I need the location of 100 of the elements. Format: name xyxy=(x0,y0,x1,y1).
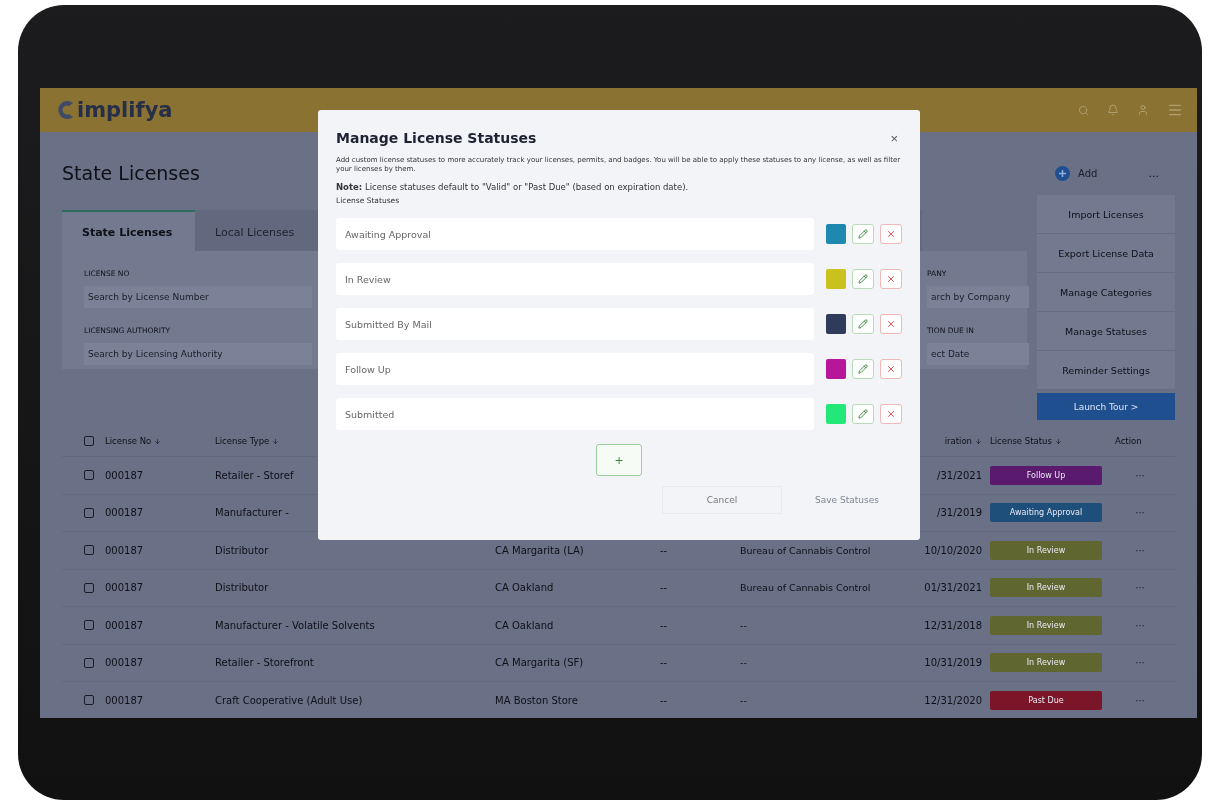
delete-button[interactable] xyxy=(880,314,902,334)
checkbox[interactable] xyxy=(84,620,94,631)
checkbox[interactable] xyxy=(84,507,94,518)
sort-arrow-icon xyxy=(154,437,162,445)
status-badge: Awaiting Approval xyxy=(990,503,1102,523)
logo: implifya xyxy=(77,98,173,122)
close-button[interactable]: × xyxy=(886,130,902,146)
checkbox[interactable] xyxy=(84,657,94,668)
x-icon xyxy=(886,274,896,284)
page-title: State Licenses xyxy=(62,162,200,184)
delete-button[interactable] xyxy=(880,224,902,244)
tab[interactable]: State Licenses xyxy=(62,210,195,251)
pencil-icon xyxy=(858,409,868,419)
filter-field[interactable]: Search by Licensing Authority xyxy=(84,343,312,365)
status-badge: In Review xyxy=(990,540,1102,560)
edit-button[interactable] xyxy=(852,269,874,289)
color-swatch[interactable] xyxy=(826,404,846,424)
column-header[interactable]: iration xyxy=(900,436,990,446)
menu-item[interactable]: Reminder Settings xyxy=(1037,351,1175,390)
more-button[interactable]: ... xyxy=(1140,163,1167,184)
filter-field[interactable]: arch by Company xyxy=(927,286,1029,308)
row-actions-button[interactable]: ··· xyxy=(1115,656,1165,670)
row-actions-button[interactable]: ··· xyxy=(1115,618,1165,632)
status-name-field[interactable]: Submitted xyxy=(336,398,814,430)
table-cell-text: 10/10/2020 xyxy=(923,544,983,556)
filter-field[interactable]: ect Date xyxy=(927,343,1029,365)
edit-button[interactable] xyxy=(852,359,874,379)
modal-title: Manage License Statuses xyxy=(336,130,537,146)
edit-button[interactable] xyxy=(852,404,874,424)
table-cell-text: 000187 xyxy=(105,544,145,556)
table-cell-text: 01/31/2021 xyxy=(923,582,983,594)
add-status-button[interactable]: + xyxy=(596,444,642,476)
search-icon[interactable] xyxy=(1078,104,1089,116)
menu-item[interactable]: Manage Categories xyxy=(1037,273,1175,312)
status-name-field[interactable]: Follow Up xyxy=(336,353,814,385)
table-cell-text: CA Oakland xyxy=(495,619,555,631)
checkbox[interactable] xyxy=(84,695,94,706)
table-cell-text: -- xyxy=(740,694,748,706)
delete-button[interactable] xyxy=(880,269,902,289)
row-actions-button[interactable]: ··· xyxy=(1115,581,1165,595)
status-name-field[interactable]: Submitted By Mail xyxy=(336,308,814,340)
sort-arrow-icon xyxy=(272,437,280,445)
status-badge: In Review xyxy=(990,578,1102,598)
table-cell-text: -- xyxy=(660,694,669,706)
table-cell-text: /31/2019 xyxy=(936,507,983,519)
x-icon xyxy=(886,229,896,239)
menu-icon[interactable] xyxy=(1167,102,1183,118)
menu-item[interactable]: Import Licenses xyxy=(1037,195,1175,234)
delete-button[interactable] xyxy=(880,404,902,424)
cancel-button[interactable]: Cancel xyxy=(662,486,782,514)
column-header[interactable]: License Status xyxy=(990,436,1115,446)
table-cell-text: Retailer - Storef xyxy=(215,469,295,481)
table-cell-text: Manufacturer - xyxy=(215,507,290,519)
table-cell-text: CA Margarita (SF) xyxy=(495,657,585,669)
edit-button[interactable] xyxy=(852,224,874,244)
checkbox[interactable] xyxy=(84,436,94,446)
table-cell-text: Craft Cooperative (Adult Use) xyxy=(215,694,364,706)
status-name-field[interactable]: In Review xyxy=(336,263,814,295)
checkbox[interactable] xyxy=(84,470,94,481)
plus-circle-icon xyxy=(1055,166,1070,181)
status-badge: In Review xyxy=(990,653,1102,673)
color-swatch[interactable] xyxy=(826,359,846,379)
bell-icon[interactable] xyxy=(1107,104,1119,116)
row-actions-button[interactable]: ··· xyxy=(1115,693,1165,707)
checkbox[interactable] xyxy=(84,545,94,556)
edit-button[interactable] xyxy=(852,314,874,334)
table-cell-text: Distributor xyxy=(215,582,270,594)
delete-button[interactable] xyxy=(880,359,902,379)
table-cell-text: Manufacturer - Volatile Solvents xyxy=(215,619,376,631)
filter-field[interactable]: Search by License Number xyxy=(84,286,312,308)
row-actions-button[interactable]: ··· xyxy=(1115,506,1165,520)
table-cell-text: CA Margarita (LA) xyxy=(495,544,585,556)
column-header[interactable]: Action xyxy=(1115,436,1165,446)
table-cell-text: Bureau of Cannabis Control xyxy=(740,582,872,594)
row-actions-button[interactable]: ··· xyxy=(1115,468,1165,482)
table-cell-text: 000187 xyxy=(105,582,145,594)
table-cell-text: -- xyxy=(660,657,669,669)
table-cell-text: /31/2021 xyxy=(936,469,983,481)
launch-tour-button[interactable]: Launch Tour > xyxy=(1037,393,1175,420)
color-swatch[interactable] xyxy=(826,224,846,244)
menu-item[interactable]: Manage Statuses xyxy=(1037,312,1175,351)
table-cell-text: -- xyxy=(660,544,669,556)
column-header[interactable]: License Type xyxy=(215,436,495,446)
color-swatch[interactable] xyxy=(826,314,846,334)
pencil-icon xyxy=(858,274,868,284)
color-swatch[interactable] xyxy=(826,269,846,289)
table-cell-text: Distributor xyxy=(215,544,270,556)
status-name-field[interactable]: Awaiting Approval xyxy=(336,218,814,250)
table-cell-text: Retailer - Storefront xyxy=(215,657,315,669)
sort-arrow-icon xyxy=(1054,437,1062,445)
menu-item[interactable]: Export License Data xyxy=(1037,234,1175,273)
table-cell-text: -- xyxy=(660,619,669,631)
add-button[interactable]: Add xyxy=(1051,162,1102,185)
row-actions-button[interactable]: ··· xyxy=(1115,543,1165,557)
x-icon xyxy=(886,319,896,329)
checkbox[interactable] xyxy=(84,582,94,593)
user-icon[interactable] xyxy=(1137,104,1149,116)
column-header[interactable]: License No xyxy=(105,436,215,446)
x-icon xyxy=(886,364,896,374)
table-cell-text: -- xyxy=(740,619,748,631)
